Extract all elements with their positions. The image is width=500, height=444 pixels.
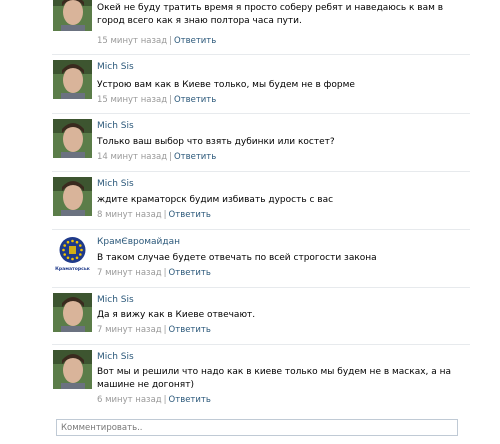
comment-text: ждите краматорск будим избивать дурость … xyxy=(97,195,334,205)
comment-meta: 15 минут назад | Ответить xyxy=(97,95,216,105)
user-avatar[interactable] xyxy=(53,60,92,99)
comment-text: Да я вижу как в Киеве отвечают. xyxy=(97,310,256,320)
meta-divider: | xyxy=(163,325,167,335)
meta-divider: | xyxy=(163,268,167,278)
meta-divider: | xyxy=(169,95,172,105)
user-avatar[interactable] xyxy=(53,177,92,216)
meta-divider: | xyxy=(163,210,167,220)
comment-meta: 7 минут назад | Ответить xyxy=(97,325,211,335)
user-avatar[interactable] xyxy=(53,293,92,332)
comment-feed: Окей не буду тратить время я просто собе… xyxy=(0,0,500,444)
comment-input[interactable] xyxy=(56,419,458,436)
divider xyxy=(52,113,470,114)
user-avatar[interactable] xyxy=(53,119,92,158)
comment-time[interactable]: 7 минут назад xyxy=(97,268,162,278)
comment-author[interactable]: Mich Sis xyxy=(97,295,134,305)
comment-item: Mich Sis Устрою вам как в Киеве только, … xyxy=(0,54,480,112)
divider xyxy=(52,171,470,172)
divider xyxy=(52,287,470,288)
comment-meta: 14 минут назад | Ответить xyxy=(97,152,216,162)
person-photo-icon xyxy=(53,60,92,99)
comment-text: Устрою вам как в Киеве только, мы будем … xyxy=(97,80,355,90)
person-photo-icon xyxy=(53,0,92,31)
comment-author[interactable]: Mich Sis xyxy=(97,179,134,189)
person-photo-icon xyxy=(53,177,92,216)
comment-item: Окей не буду тратить время я просто собе… xyxy=(0,0,480,52)
user-avatar[interactable] xyxy=(53,350,92,389)
comment-text: В таком случае будете отвечать по всей с… xyxy=(97,253,377,263)
comment-item: Mich Sis Только ваш выбор что взять дуби… xyxy=(0,113,480,171)
person-photo-icon xyxy=(53,119,92,158)
comment-item: Mich Sis ждите краматорск будим избивать… xyxy=(0,171,480,229)
comment-meta: 15 минут назад | Ответить xyxy=(97,36,216,46)
comment-text: Окей не буду тратить время я просто собе… xyxy=(97,3,444,26)
eu-flag-logo-icon: Краматорськ xyxy=(53,235,92,274)
meta-divider: | xyxy=(163,395,167,405)
reply-link[interactable]: Ответить xyxy=(169,395,211,405)
comment-author[interactable]: Mich Sis xyxy=(97,62,134,72)
comment-text: Вот мы и решили что надо как в киеве тол… xyxy=(97,367,452,390)
comment-author[interactable]: КрамЄвромайдан xyxy=(97,237,180,247)
comment-time[interactable]: 8 минут назад xyxy=(97,210,162,220)
comment-author[interactable]: Mich Sis xyxy=(97,352,134,362)
meta-divider: | xyxy=(169,36,172,46)
person-photo-icon xyxy=(53,350,92,389)
reply-link[interactable]: Ответить xyxy=(174,152,216,162)
reply-link[interactable]: Ответить xyxy=(169,325,211,335)
divider xyxy=(52,344,470,345)
comment-meta: 8 минут назад | Ответить xyxy=(97,210,211,220)
comment-time[interactable]: 15 минут назад xyxy=(97,95,167,105)
reply-link[interactable]: Ответить xyxy=(169,268,211,278)
comment-item: Mich Sis Вот мы и решили что надо как в … xyxy=(0,344,480,412)
reply-link[interactable]: Ответить xyxy=(169,210,211,220)
comment-author[interactable]: Mich Sis xyxy=(97,121,134,131)
comment-time[interactable]: 14 минут назад xyxy=(97,152,167,162)
comment-meta: 7 минут назад | Ответить xyxy=(97,268,211,278)
person-photo-icon xyxy=(53,293,92,332)
reply-link[interactable]: Ответить xyxy=(174,95,216,105)
meta-divider: | xyxy=(169,152,172,162)
comment-time[interactable]: 15 минут назад xyxy=(97,36,167,46)
comment-time[interactable]: 6 минут назад xyxy=(97,395,162,405)
user-avatar[interactable] xyxy=(53,0,92,31)
group-logo-caption: Краматорськ xyxy=(55,266,91,272)
comment-item: Mich Sis Да я вижу как в Киеве отвечают.… xyxy=(0,287,480,345)
comment-text: Только ваш выбор что взять дубинки или к… xyxy=(97,137,335,147)
divider xyxy=(52,229,470,230)
comment-time[interactable]: 7 минут назад xyxy=(97,325,162,335)
comment-item: Краматорськ КрамЄвромайдан В таком случа… xyxy=(0,229,480,287)
reply-link[interactable]: Ответить xyxy=(174,36,216,46)
divider xyxy=(52,54,470,55)
group-avatar[interactable]: Краматорськ xyxy=(53,235,92,274)
comment-meta: 6 минут назад | Ответить xyxy=(97,395,211,405)
